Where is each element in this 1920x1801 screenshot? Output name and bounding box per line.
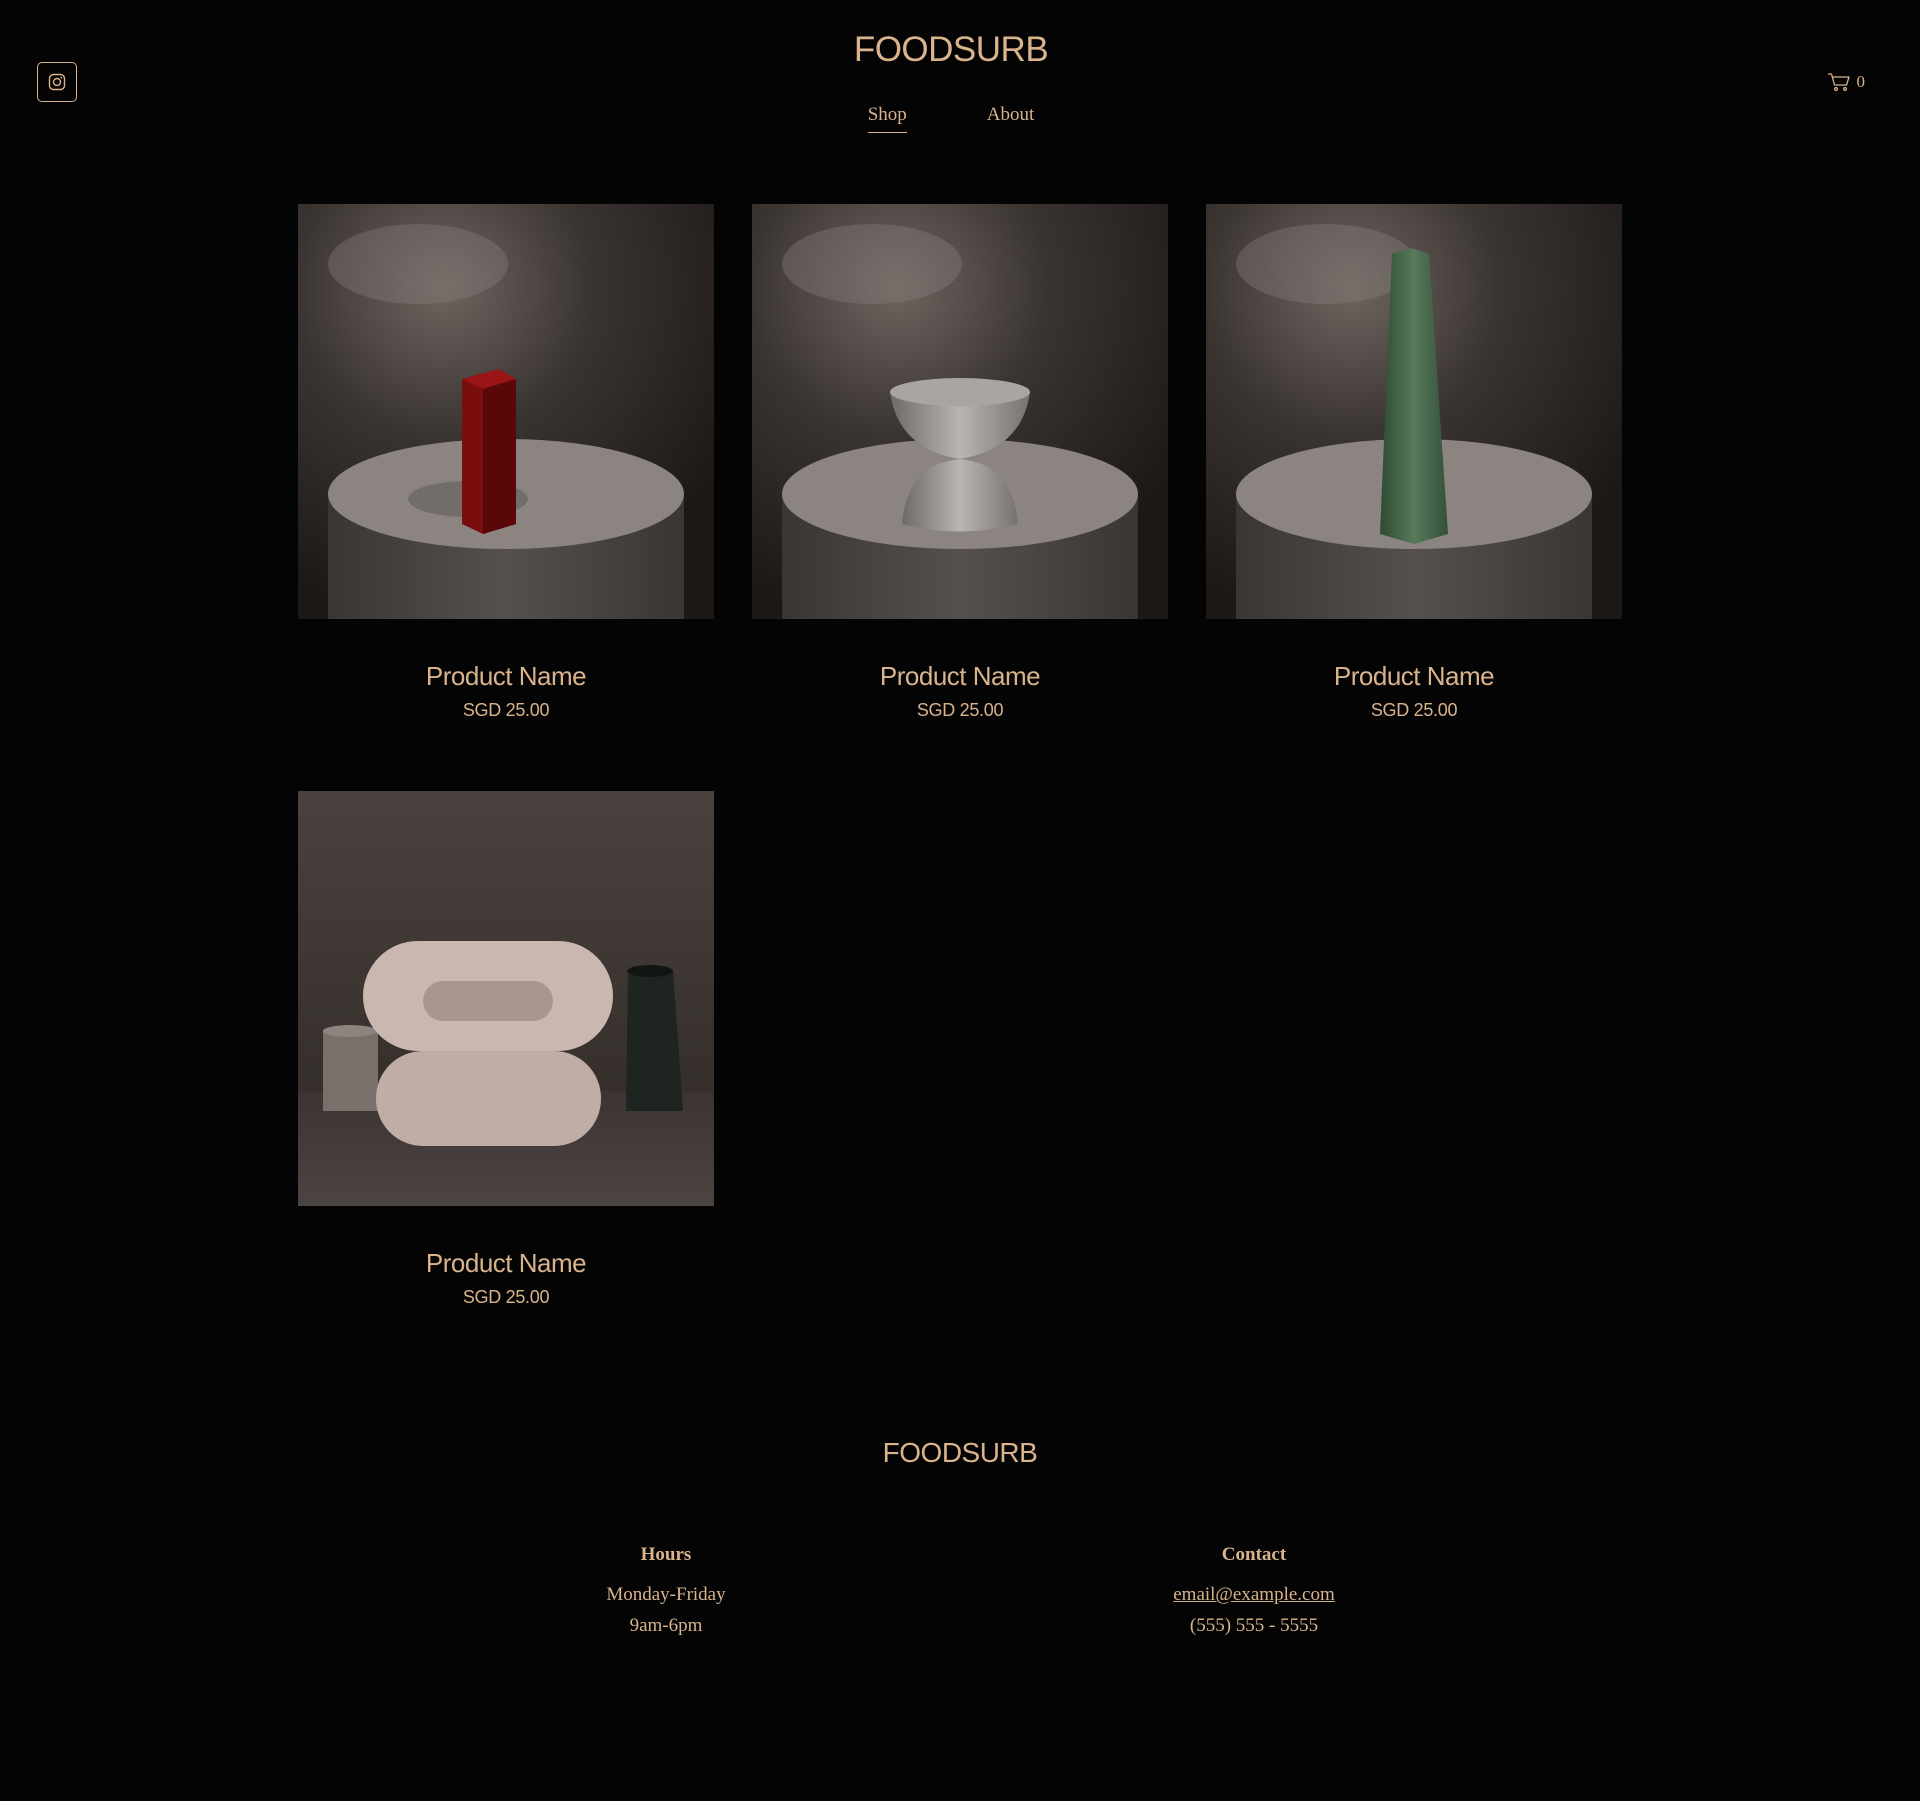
product-name[interactable]: Product Name — [298, 1248, 714, 1279]
footer-title: FOODSURB — [882, 1437, 1038, 1468]
contact-phone: (555) 555 - 5555 — [1189, 1615, 1319, 1636]
product-grid: Product Name SGD 25.00 Product Name SGD … — [298, 204, 1624, 1308]
nav-about[interactable]: About — [987, 104, 1035, 133]
cart-button[interactable]: 0 — [1827, 72, 1866, 92]
hours-time: 9am-6pm — [629, 1615, 703, 1636]
product-price: SGD 25.00 — [462, 1287, 550, 1307]
product-name[interactable]: Product Name — [752, 661, 1168, 692]
product-image[interactable] — [298, 204, 714, 619]
main-nav: Shop About — [0, 104, 1902, 133]
nav-shop[interactable]: Shop — [867, 104, 907, 133]
product-card[interactable]: Product Name SGD 25.00 — [298, 791, 714, 1308]
hours-days: Monday-Friday — [606, 1584, 726, 1605]
product-card[interactable]: Product Name SGD 25.00 — [298, 204, 714, 721]
product-name[interactable]: Product Name — [1206, 661, 1622, 692]
footer-contact: Contact email@example.com (555) 555 - 55… — [1054, 1544, 1454, 1646]
instagram-icon — [48, 73, 66, 91]
product-card[interactable]: Product Name SGD 25.00 — [752, 204, 1168, 721]
product-price: SGD 25.00 — [1370, 700, 1458, 720]
product-name[interactable]: Product Name — [298, 661, 714, 692]
site-title[interactable]: FOODSURB — [0, 30, 1902, 70]
product-price: SGD 25.00 — [916, 700, 1004, 720]
product-card[interactable]: Product Name SGD 25.00 — [1206, 204, 1622, 721]
cart-icon — [1827, 73, 1850, 92]
product-image[interactable] — [752, 204, 1168, 619]
contact-email-link[interactable]: email@example.com — [1173, 1584, 1335, 1605]
site-header: FOODSURB Shop About 0 — [0, 0, 1920, 160]
product-image[interactable] — [1206, 204, 1622, 619]
product-image[interactable] — [298, 791, 714, 1206]
product-price: SGD 25.00 — [462, 700, 550, 720]
cart-count: 0 — [1856, 72, 1866, 91]
hours-heading: Hours — [640, 1544, 692, 1565]
contact-heading: Contact — [1221, 1544, 1287, 1565]
footer-hours: Hours Monday-Friday 9am-6pm — [466, 1544, 866, 1646]
